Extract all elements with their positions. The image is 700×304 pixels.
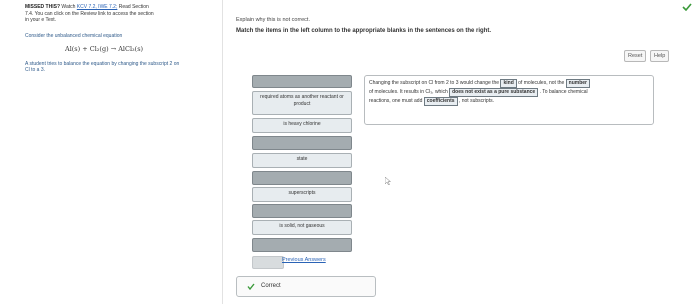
explain-prompt: Explain why this is not correct.: [236, 17, 310, 23]
student-note: A student tries to balance the equation …: [25, 61, 180, 73]
submit-button-disabled: [252, 256, 284, 269]
answer-tile[interactable]: state: [252, 153, 352, 168]
sentence-box: Changing the subscript on Cl from 2 to 3…: [364, 75, 654, 125]
answer-tile[interactable]: is solid, not gaseous: [252, 220, 352, 235]
sentence-text: of molecules, not the: [518, 80, 565, 86]
sentence-text: . To balance chemical: [539, 89, 588, 95]
missed-this-block: MISSED THIS? Watch KCV 7.2, IWE 7.2; Rea…: [25, 4, 215, 24]
watch-text: Watch: [61, 4, 76, 10]
blank-filled[interactable]: kind: [500, 79, 517, 88]
sentence-text: reactions, one must add: [369, 98, 423, 104]
answer-slot[interactable]: [252, 171, 352, 185]
sentence-text: of molecules. It results in Cl₃, which: [369, 89, 448, 95]
chemical-equation: Al(s) + Cl₂(g) → AlCl₃(s): [65, 45, 144, 53]
consider-text: Consider the unbalanced chemical equatio…: [25, 33, 123, 39]
missed-title: MISSED THIS?: [25, 4, 61, 10]
question-context-panel: MISSED THIS? Watch KCV 7.2, IWE 7.2; Rea…: [0, 0, 223, 304]
correct-check-icon: [247, 283, 255, 290]
blank-filled[interactable]: coefficients: [423, 97, 458, 106]
instructions: Match the items in the left column to th…: [236, 28, 492, 34]
read-section-text: Read Section: [118, 4, 149, 10]
answer-slot[interactable]: [252, 238, 352, 252]
sentence-text: Changing the subscript on Cl from 2 to 3…: [369, 80, 500, 86]
answer-slot[interactable]: [252, 75, 352, 88]
help-button[interactable]: Help: [650, 50, 670, 62]
mouse-cursor-icon: [385, 177, 391, 185]
ebook-text: in your e Text.: [25, 17, 57, 23]
sentence-text: , not subscripts.: [458, 98, 494, 104]
blank-filled[interactable]: does not exist as a pure substance: [449, 88, 539, 97]
answer-tile[interactable]: required atoms as another reactant or pr…: [252, 91, 352, 115]
reset-button[interactable]: Reset: [624, 50, 647, 62]
answer-tile[interactable]: superscripts: [252, 187, 352, 202]
result-feedback: Correct: [236, 276, 376, 297]
question-part: Explain why this is not correct. Match t…: [222, 0, 700, 304]
watch-link[interactable]: KCV 7.2, IWE 7.2;: [77, 4, 118, 10]
answer-slot[interactable]: [252, 136, 352, 150]
previous-answers-link[interactable]: Previous Answers: [282, 257, 326, 263]
answer-tile[interactable]: is heavy chlorine: [252, 118, 352, 133]
result-text: Correct: [261, 283, 281, 289]
answer-slot[interactable]: [252, 204, 352, 218]
section-line: 7.4. You can click on the Review link to…: [25, 10, 154, 17]
blank-filled[interactable]: number: [565, 79, 591, 88]
